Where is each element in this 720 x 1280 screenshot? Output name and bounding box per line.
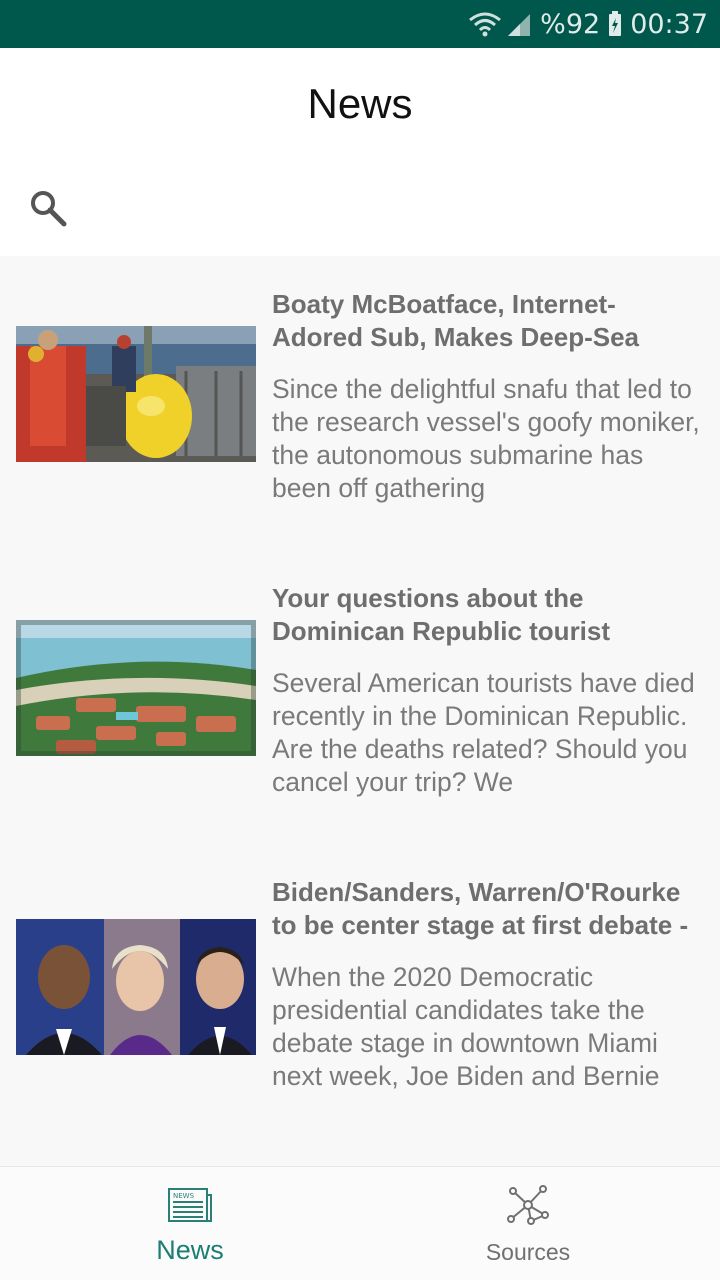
nav-item-sources[interactable]: Sources — [348, 1167, 708, 1280]
article-card[interactable]: Your questions about the Dominican Repub… — [0, 550, 720, 844]
battery-charging-icon — [609, 11, 622, 36]
bottom-navigation: NEWS News Sources — [0, 1166, 720, 1280]
article-description: When the 2020 Democratic presidential ca… — [272, 962, 660, 1091]
status-bar: %92 00:37 — [0, 0, 720, 48]
dominican-resort-aerial-photo — [16, 620, 256, 756]
battery-percent: %92 — [540, 8, 601, 40]
article-description: Several American tourists have died rece… — [272, 668, 695, 797]
nav-label-sources: Sources — [485, 1239, 571, 1265]
submarine-on-ship-deck-photo — [16, 326, 256, 462]
article-title[interactable]: Your questions about the Dominican Repub… — [272, 582, 702, 648]
news-list[interactable]: Boaty McBoatface, Internet-Adored Sub, M… — [0, 256, 720, 1166]
wifi-icon — [469, 12, 502, 37]
article-card[interactable]: Biden/Sanders, Warren/O'Rourke to be cen… — [0, 844, 720, 1138]
page-title: News — [307, 80, 413, 127]
article-image[interactable] — [16, 326, 256, 462]
signal-icon — [508, 14, 531, 36]
article-title[interactable]: Biden/Sanders, Warren/O'Rourke to be cen… — [272, 876, 702, 942]
candidates-portraits-photo — [16, 919, 256, 1055]
search-icon[interactable] — [28, 188, 68, 228]
nav-item-news[interactable]: NEWS News — [10, 1167, 370, 1280]
svg-text:NEWS: NEWS — [173, 1192, 195, 1200]
network-icon — [507, 1185, 549, 1225]
article-title[interactable]: Boaty McBoatface, Internet-Adored Sub, M… — [272, 288, 702, 354]
search-input[interactable] — [80, 180, 680, 236]
article-card[interactable]: Boaty McBoatface, Internet-Adored Sub, M… — [0, 256, 720, 550]
article-image[interactable] — [16, 620, 256, 756]
nav-label-news: News — [156, 1235, 224, 1265]
article-description: Since the delightful snafu that led to t… — [272, 374, 700, 503]
newspaper-icon: NEWS — [168, 1188, 212, 1222]
status-time: 00:37 — [630, 8, 708, 40]
article-image[interactable] — [16, 919, 256, 1055]
